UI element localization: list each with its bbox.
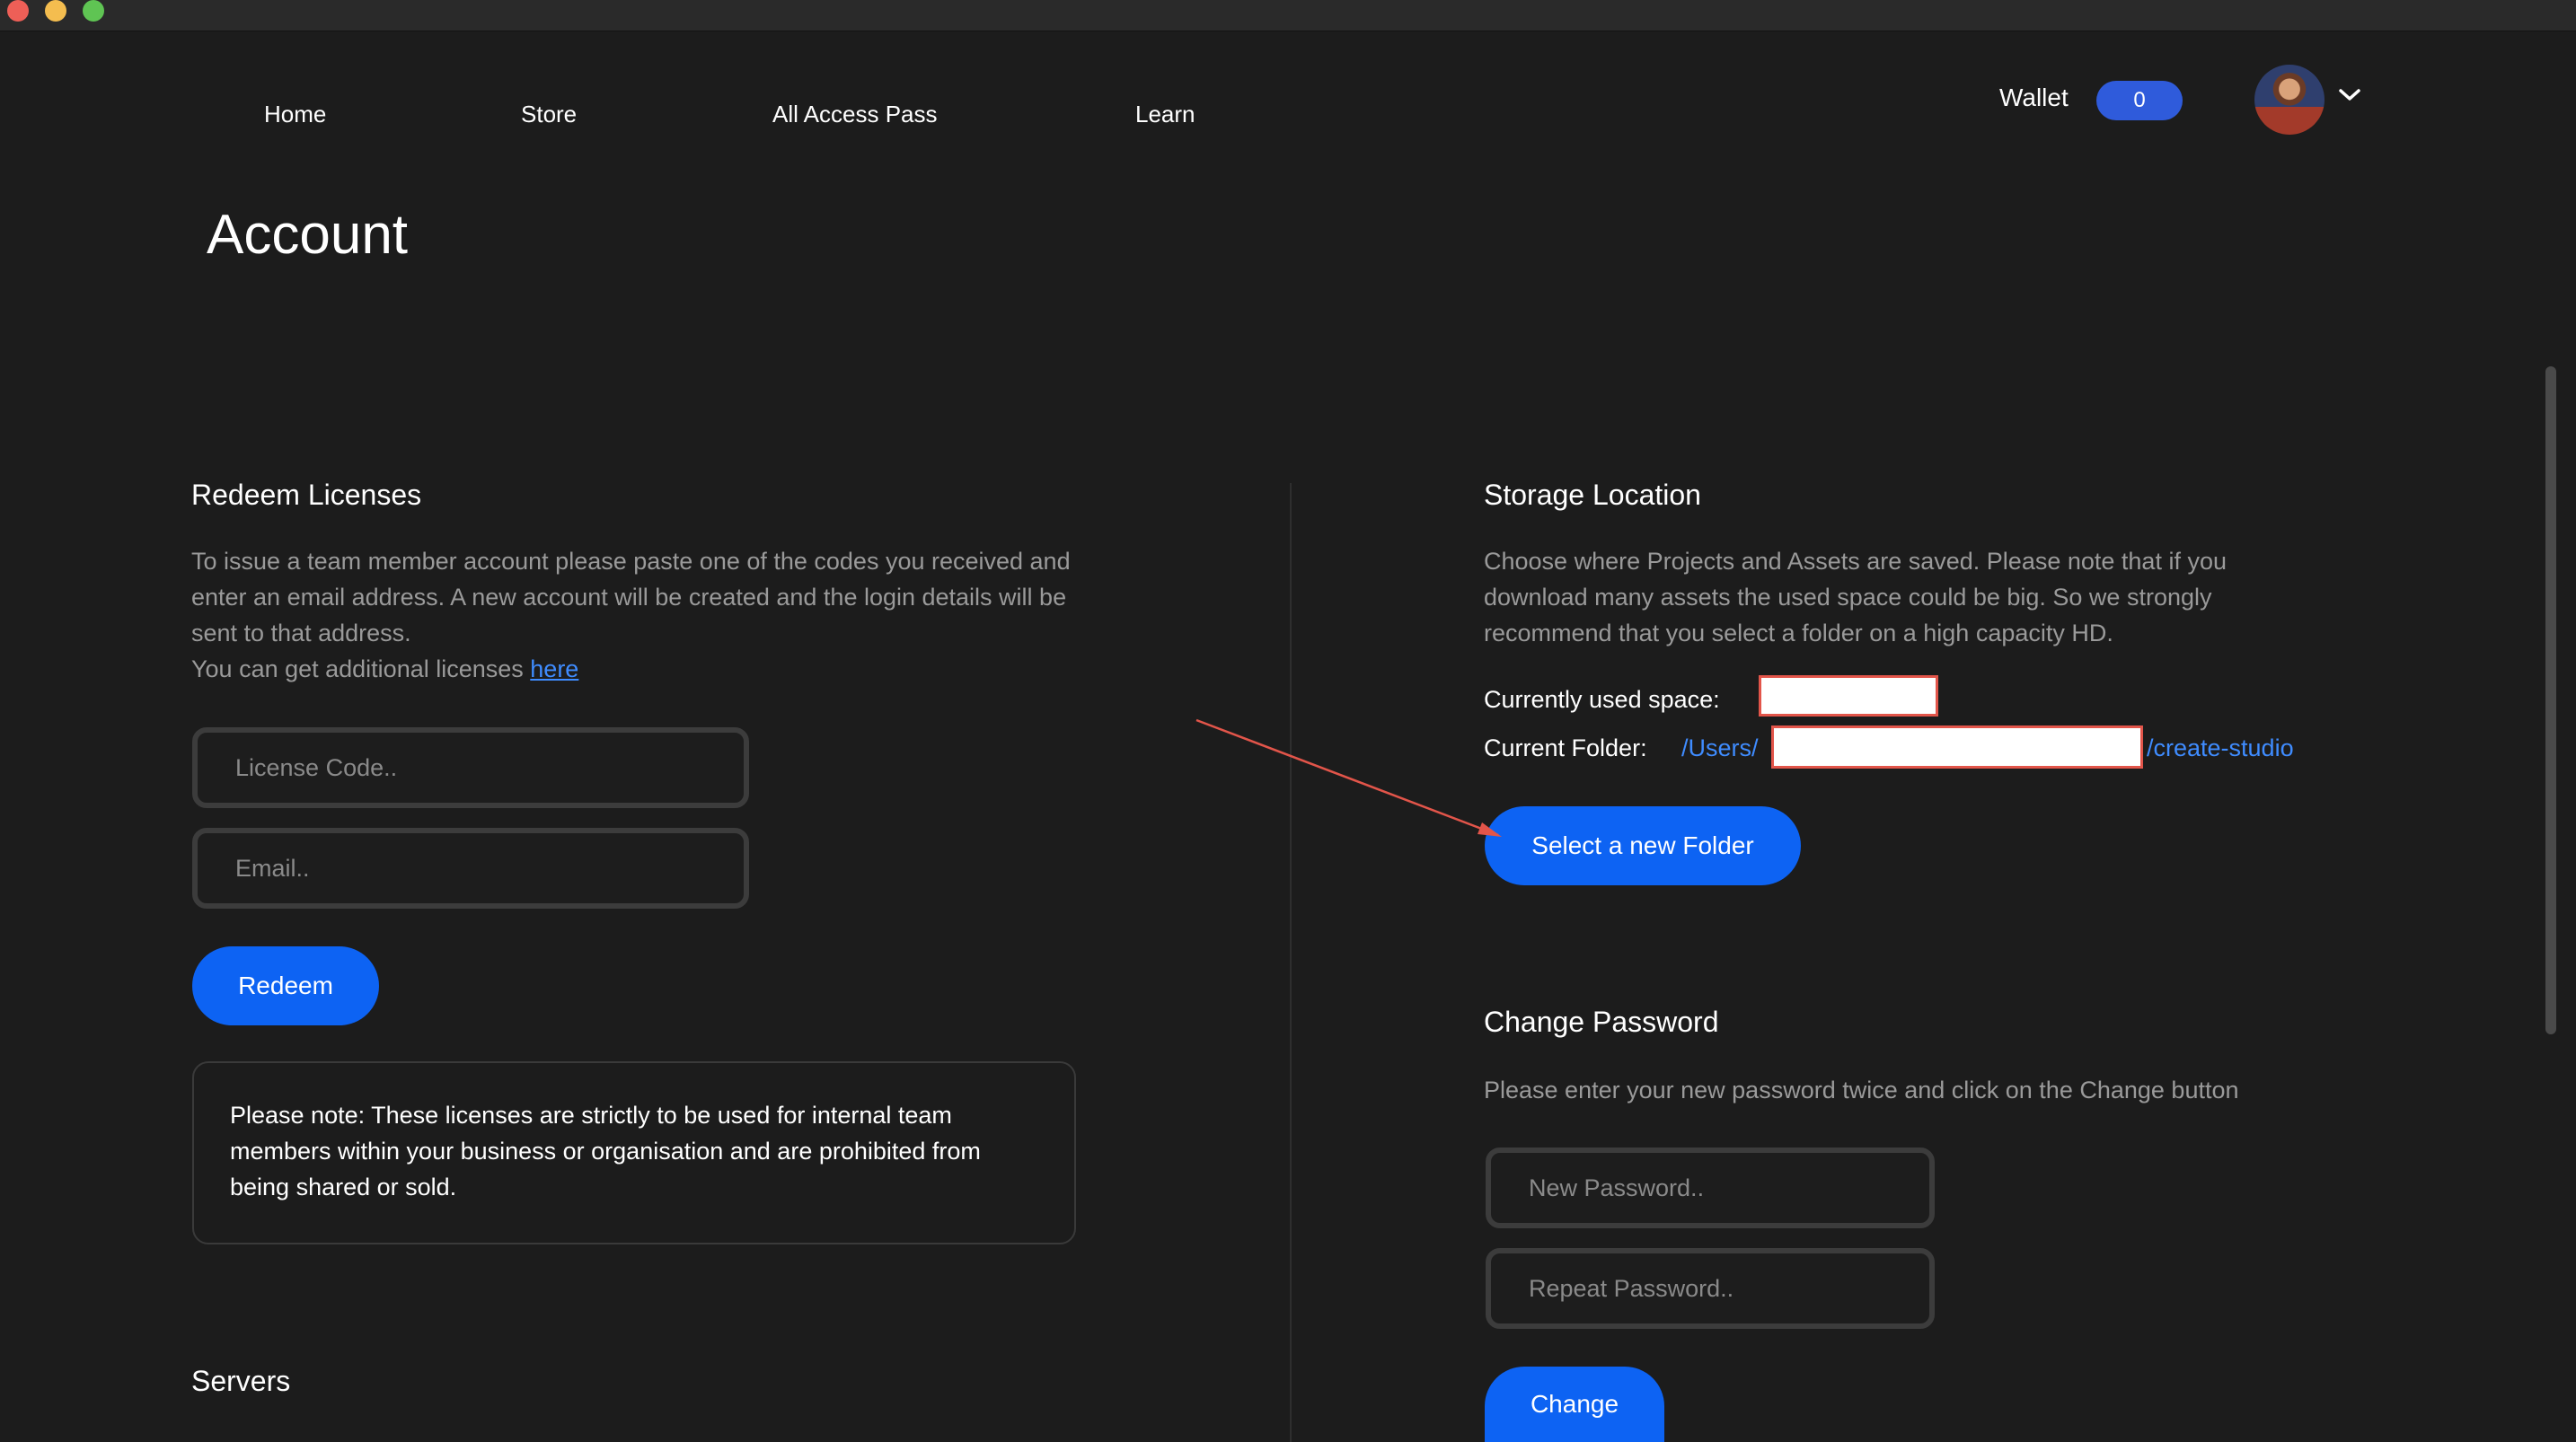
redeem-section-title: Redeem Licenses [191,479,422,511]
window-titlebar [0,0,2576,31]
redeem-button[interactable]: Redeem [192,946,379,1025]
maximize-window-button[interactable] [83,0,104,22]
current-folder-label: Current Folder: [1484,734,1647,761]
password-description: Please enter your new password twice and… [1484,1077,2239,1103]
column-divider [1290,483,1292,1442]
wallet-balance-badge[interactable]: 0 [2096,81,2183,120]
repeat-password-input[interactable] [1486,1248,1935,1329]
nav-home[interactable]: Home [264,101,326,128]
password-section-title: Change Password [1484,1006,1719,1038]
new-password-input[interactable] [1486,1147,1935,1228]
license-notice-text: Please note: These licenses are strictly… [230,1102,981,1200]
redeem-description: To issue a team member account please pa… [191,543,1090,687]
minimize-window-button[interactable] [45,0,66,22]
storage-description: Choose where Projects and Assets are sav… [1484,548,2227,646]
nav-learn[interactable]: Learn [1135,101,1195,128]
scrollbar-thumb[interactable] [2545,366,2556,1034]
used-space-label: Currently used space: [1484,686,1720,713]
additional-licenses-link[interactable]: here [530,655,578,682]
page-title: Account [207,204,409,266]
nav-store[interactable]: Store [521,101,577,128]
used-space-value-redacted [1759,675,1938,717]
redeem-description-text: To issue a team member account please pa… [191,548,1071,646]
folder-path-prefix: /Users/ [1681,734,1759,761]
folder-path-redacted [1771,725,2143,769]
license-code-input[interactable] [192,727,749,808]
storage-section-title: Storage Location [1484,479,1701,511]
chevron-down-icon[interactable] [2337,86,2362,104]
redeem-more-line: You can get additional licenses here [191,651,1090,687]
nav-all-access-pass[interactable]: All Access Pass [772,101,938,128]
servers-section-title: Servers [191,1365,291,1397]
wallet-label: Wallet [1999,84,2069,111]
folder-path-suffix: /create-studio [2147,734,2294,761]
select-folder-button[interactable]: Select a new Folder [1485,806,1801,885]
user-avatar[interactable] [2254,65,2325,135]
redeem-more-text: You can get additional licenses [191,655,531,682]
license-notice: Please note: These licenses are strictly… [192,1061,1076,1244]
email-input[interactable] [192,828,749,909]
change-password-button[interactable]: Change [1485,1367,1664,1442]
close-window-button[interactable] [7,0,29,22]
